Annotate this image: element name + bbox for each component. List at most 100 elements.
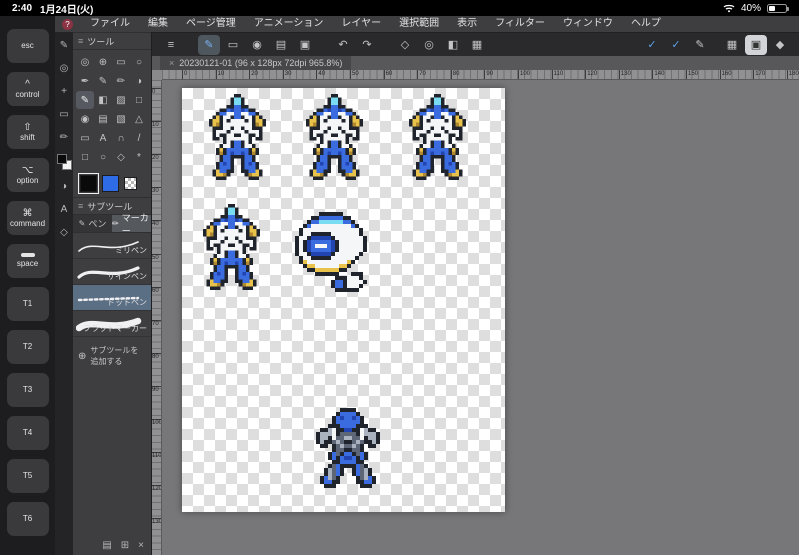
main-color-swatch[interactable]: [78, 172, 99, 194]
new-subtool-icon[interactable]: ▤: [102, 540, 111, 551]
transparent-color-swatch[interactable]: [124, 176, 137, 190]
subtool-item-label: サインペン: [107, 272, 147, 281]
gradient-icon[interactable]: ◑: [61, 180, 67, 193]
tool-rect[interactable]: □: [76, 148, 94, 166]
menu-item[interactable]: 選択範囲: [390, 16, 448, 32]
main-menu-button[interactable]: ≡: [160, 35, 182, 55]
import-button[interactable]: ▣: [294, 35, 316, 55]
tool-brush[interactable]: ✏: [112, 72, 130, 90]
panel-toggle-button[interactable]: ▣: [745, 34, 767, 55]
tool-text[interactable]: A: [94, 129, 112, 147]
tool-blend[interactable]: ◉: [76, 110, 94, 128]
vector-line-toggle[interactable]: ✓: [641, 35, 663, 55]
palette-menu-icon[interactable]: ≡: [78, 36, 83, 46]
key-esc[interactable]: esc: [6, 29, 49, 63]
zoom-button[interactable]: ◎: [418, 35, 440, 55]
shape-icon[interactable]: ◇: [60, 226, 68, 239]
fill-button[interactable]: ◧: [442, 35, 464, 55]
key-option[interactable]: ⌥ option: [6, 158, 49, 192]
tab-pen[interactable]: ✎ ペン: [73, 215, 112, 232]
ruler-tick: 80: [450, 70, 459, 79]
tool-balloon[interactable]: ∩: [112, 129, 130, 147]
key-t3[interactable]: T3: [6, 373, 49, 407]
tool-marker[interactable]: ✎: [76, 91, 94, 109]
key-t4[interactable]: T4: [6, 416, 49, 450]
new-page-button[interactable]: ▤: [270, 35, 292, 55]
ruler-tick: 130: [618, 70, 631, 79]
menu-item[interactable]: レイヤー: [332, 16, 390, 32]
key-t5[interactable]: T5: [6, 459, 49, 493]
key-space[interactable]: space: [6, 244, 49, 278]
subtool-item[interactable]: ドットペン: [73, 285, 151, 311]
key-control[interactable]: ^ control: [6, 72, 49, 106]
add-subtool-label: サブツールを追加する: [90, 346, 139, 366]
add-subtool-button[interactable]: ⊕ サブツールを追加する: [73, 337, 151, 375]
menu-item[interactable]: フィルター: [486, 16, 554, 32]
ruler-tick: 0: [152, 88, 161, 96]
tool-liquify[interactable]: ▤: [94, 110, 112, 128]
tab-marker[interactable]: ✏ マーカー: [112, 213, 151, 236]
tool-ellipse[interactable]: ○: [94, 148, 112, 166]
vector-curve-toggle[interactable]: ✓: [665, 35, 687, 55]
subtool-item[interactable]: サインペン: [73, 259, 151, 285]
key-shift[interactable]: ⇧ shift: [6, 115, 49, 149]
key-command[interactable]: ⌘ command: [6, 201, 49, 235]
zoom-icon[interactable]: ◎: [60, 62, 69, 75]
menu-item[interactable]: ファイル: [81, 16, 139, 32]
correction-pencil-button[interactable]: ✎: [689, 35, 711, 55]
subtool-item[interactable]: ミリペン: [73, 233, 151, 259]
menu-item[interactable]: 編集: [139, 16, 177, 32]
text-icon[interactable]: A: [61, 203, 68, 216]
fg-bg-color-chips[interactable]: [56, 154, 72, 170]
palette-menu-icon[interactable]: ≡: [78, 201, 83, 211]
tool-pen[interactable]: ✒: [76, 72, 94, 90]
key-t6[interactable]: T6: [6, 502, 49, 536]
redo-button[interactable]: ↷: [356, 35, 378, 55]
subtool-item[interactable]: フラットマーカー: [73, 311, 151, 337]
frame-border-button[interactable]: ▦: [466, 35, 488, 55]
duplicate-subtool-icon[interactable]: ⊞: [121, 540, 129, 551]
document-tab[interactable]: × 20230121-01 (96 x 128px 72dpi 965.8%): [160, 56, 352, 70]
tool-airbrush[interactable]: ◑: [130, 72, 148, 90]
close-tab-icon[interactable]: ×: [169, 58, 174, 68]
tool-frame[interactable]: ▭: [76, 129, 94, 147]
menu-item[interactable]: ヘルプ: [622, 16, 670, 32]
foreground-color-chip[interactable]: [56, 154, 67, 164]
pen-icon[interactable]: ✎: [60, 39, 68, 52]
palette-button[interactable]: ◆: [769, 35, 791, 55]
tool-zoom[interactable]: ◎: [76, 53, 94, 71]
tool-pattern[interactable]: ▧: [112, 110, 130, 128]
undo-button[interactable]: ↶: [332, 35, 354, 55]
tool-eraser[interactable]: □: [130, 91, 148, 109]
tool-decoration[interactable]: ▨: [112, 91, 130, 109]
object-tool-button[interactable]: ▭: [222, 35, 244, 55]
sub-color-swatch[interactable]: [102, 174, 119, 192]
deselect-button[interactable]: ◇: [394, 35, 416, 55]
ruler-tick: 90: [484, 70, 493, 79]
tool-operate[interactable]: ▭: [112, 53, 130, 71]
tool-fill[interactable]: ◧: [94, 91, 112, 109]
menu-item[interactable]: ページ管理: [177, 16, 245, 32]
tool-pencil[interactable]: ✎: [94, 72, 112, 90]
app-logo-icon[interactable]: ?: [62, 18, 73, 30]
drawing-canvas[interactable]: [182, 88, 505, 512]
menu-item[interactable]: ウィンドウ: [554, 16, 622, 32]
move-icon[interactable]: +: [61, 85, 67, 98]
tool-move[interactable]: ⊕: [94, 53, 112, 71]
delete-subtool-icon[interactable]: ×: [138, 540, 144, 551]
ruler-tick: 80: [152, 352, 161, 361]
key-t1[interactable]: T1: [6, 287, 49, 321]
pen-tool-button[interactable]: ✎: [198, 34, 220, 55]
eyedropper-button[interactable]: ◉: [246, 35, 268, 55]
key-t2[interactable]: T2: [6, 330, 49, 364]
selection-icon[interactable]: ▭: [59, 108, 68, 121]
tool-select[interactable]: ○: [130, 53, 148, 71]
tool-line[interactable]: /: [130, 129, 148, 147]
pencil-icon[interactable]: ✏: [60, 131, 68, 144]
grid-toggle[interactable]: ▦: [721, 35, 743, 55]
tool-figure[interactable]: △: [130, 110, 148, 128]
tool-ruler[interactable]: *: [130, 148, 148, 166]
menu-item[interactable]: 表示: [448, 16, 486, 32]
menu-item[interactable]: アニメーション: [245, 16, 333, 32]
tool-polygon[interactable]: ◇: [112, 148, 130, 166]
